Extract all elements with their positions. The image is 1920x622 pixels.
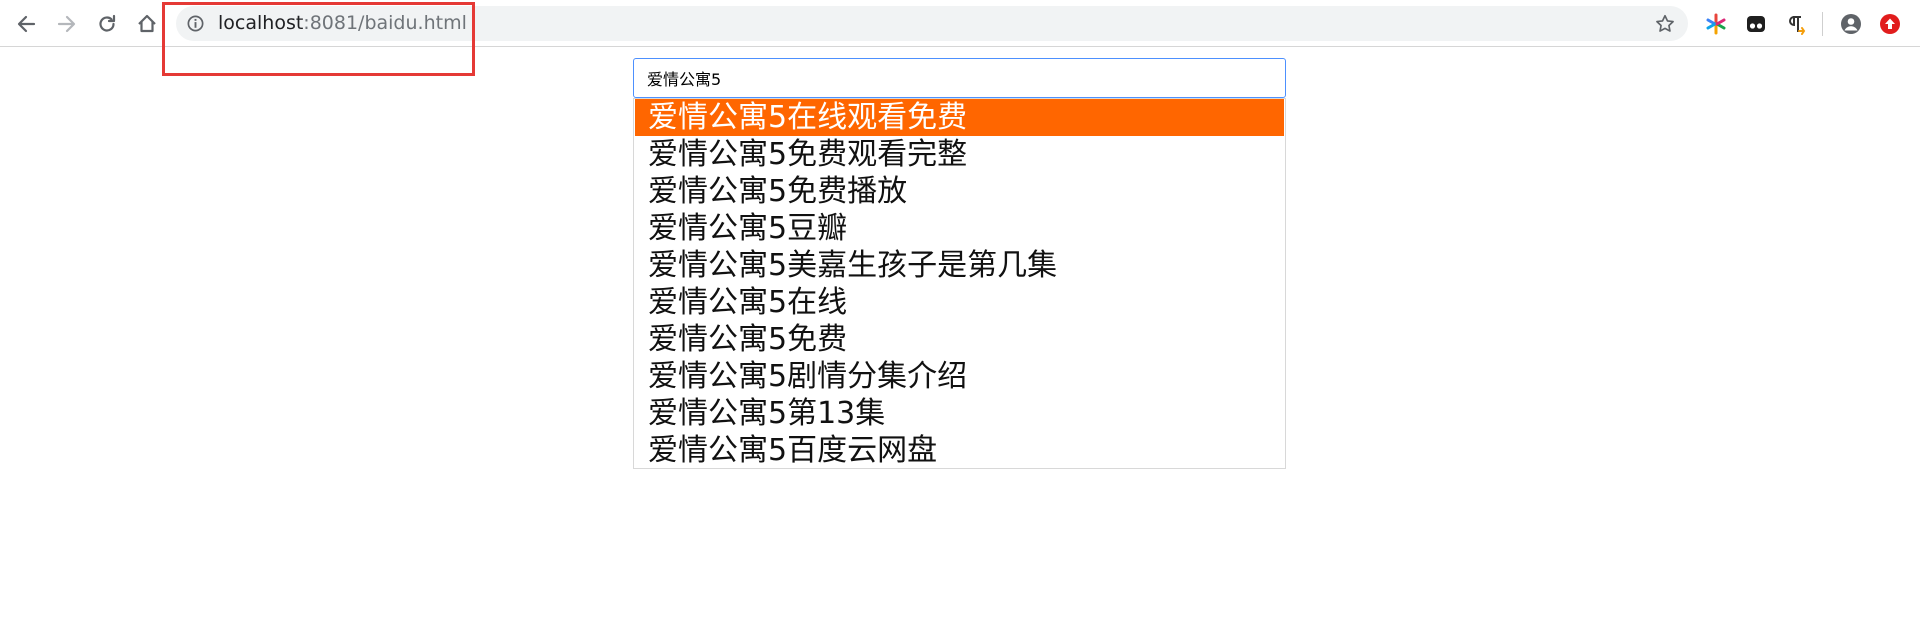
suggestion-item[interactable]: 爱情公寓5剧情分集介绍 [635, 358, 1284, 395]
suggestion-item-active[interactable]: 爱情公寓5在线观看免费 [635, 99, 1284, 136]
suggestion-item[interactable]: 爱情公寓5免费 [635, 321, 1284, 358]
suggestion-item[interactable]: 爱情公寓5免费观看完整 [635, 136, 1284, 173]
suggestion-item[interactable]: 爱情公寓5百度云网盘 [635, 432, 1284, 469]
reload-button[interactable] [91, 8, 123, 40]
home-icon [138, 14, 156, 33]
search-input[interactable] [633, 58, 1286, 98]
info-icon[interactable] [186, 14, 205, 33]
address-bar[interactable]: localhost:8081/baidu.html [176, 6, 1688, 41]
star-icon[interactable] [1654, 13, 1676, 35]
profile-icon [1841, 14, 1861, 34]
forward-arrow-icon [57, 15, 76, 33]
paragraph-extension-icon[interactable] [1782, 11, 1808, 37]
suggestion-list: 爱情公寓5在线观看免费 爱情公寓5免费观看完整 爱情公寓5免费播放 爱情公寓5豆… [633, 98, 1286, 469]
back-arrow-icon [17, 15, 36, 33]
home-button[interactable] [131, 8, 163, 40]
suggestion-item[interactable]: 爱情公寓5第13集 [635, 395, 1284, 432]
suggestion-item[interactable]: 爱情公寓5豆瓣 [635, 210, 1284, 247]
toolbar-divider [1822, 12, 1823, 36]
suggestion-item[interactable]: 爱情公寓5在线 [635, 284, 1284, 321]
browser-toolbar: localhost:8081/baidu.html [0, 0, 1920, 47]
pinwheel-extension-icon[interactable] [1703, 11, 1729, 37]
url-host: localhost [218, 12, 304, 34]
reload-icon [99, 14, 116, 32]
url-path: :8081/baidu.html [303, 12, 467, 34]
suggestion-item[interactable]: 爱情公寓5美嘉生孩子是第几集 [635, 247, 1284, 284]
forward-button[interactable] [51, 8, 83, 40]
update-menu-button[interactable] [1877, 11, 1903, 37]
tampermonkey-extension-icon[interactable] [1743, 11, 1769, 37]
profile-button[interactable] [1838, 11, 1864, 37]
back-button[interactable] [10, 8, 42, 40]
update-arrow-icon [1880, 14, 1900, 34]
url-text[interactable]: localhost:8081/baidu.html [218, 6, 467, 41]
suggestion-item[interactable]: 爱情公寓5免费播放 [635, 173, 1284, 210]
